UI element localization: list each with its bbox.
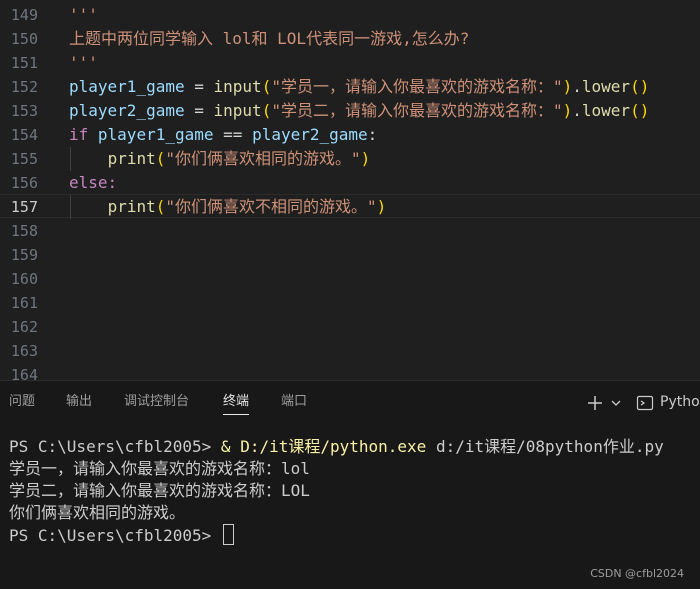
code-text: print("你们俩喜欢相同的游戏。") (107, 149, 371, 168)
terminal[interactable]: PS C:\Users\cfbl2005> & D:/it课程/python.e… (0, 422, 700, 589)
code-line[interactable]: 149 ''' (0, 3, 700, 27)
line-number: 159 (10, 246, 38, 264)
code-line[interactable]: 159 (0, 243, 700, 267)
watermark: CSDN @cfbl2024 (590, 567, 684, 580)
plus-icon[interactable] (586, 381, 604, 423)
code-text: print("你们俩喜欢不相同的游戏。") (107, 197, 387, 216)
line-number: 154 (10, 126, 38, 144)
tab-terminal[interactable]: 终端 (223, 381, 250, 423)
terminal-cursor (222, 524, 234, 545)
tab-ports[interactable]: 端口 (281, 381, 307, 423)
code-line[interactable]: 158 (0, 219, 700, 243)
line-number: 161 (10, 294, 38, 312)
line-number: 152 (10, 78, 38, 96)
terminal-profile-label[interactable]: Python (660, 381, 700, 423)
code-line[interactable]: 154 if player1_game == player2_game: (0, 123, 700, 147)
code-line[interactable]: 164 (0, 363, 700, 380)
terminal-line: 学员一，请输入你最喜欢的游戏名称：lol (9, 459, 310, 478)
code-line[interactable]: 153 player2_game = input("学员二，请输入你最喜欢的游戏… (0, 99, 700, 123)
code-text: player1_game = input("学员一，请输入你最喜欢的游戏名称："… (69, 77, 650, 96)
line-number: 149 (10, 6, 38, 24)
line-number: 163 (10, 342, 38, 360)
panel-tab-bar: 问题 输出 调试控制台 终端 端口 Python (0, 380, 700, 423)
terminal-line: PS C:\Users\cfbl2005> & D:/it课程/python.e… (9, 437, 664, 456)
terminal-line: 你们俩喜欢相同的游戏。 (9, 503, 186, 522)
code-text: else: (69, 173, 118, 192)
code-line-current[interactable]: 157 print("你们俩喜欢不相同的游戏。") (0, 194, 700, 219)
tab-problems[interactable]: 问题 (9, 381, 35, 423)
code-line[interactable]: 160 (0, 267, 700, 291)
code-line[interactable]: 152 player1_game = input("学员一，请输入你最喜欢的游戏… (0, 75, 700, 99)
line-number: 155 (10, 150, 38, 168)
terminal-line: 学员二，请输入你最喜欢的游戏名称：LOL (9, 481, 310, 500)
tab-debug-console[interactable]: 调试控制台 (124, 381, 189, 423)
code-text: ''' (69, 5, 98, 24)
code-line[interactable]: 151 ''' (0, 51, 700, 75)
line-number: 151 (10, 54, 38, 72)
line-number: 160 (10, 270, 38, 288)
code-line[interactable]: 163 (0, 339, 700, 363)
code-text: ''' (69, 53, 98, 72)
code-editor[interactable]: 149 ''' 150 上题中两位同学输入 lol和 LOL代表同一游戏,怎么办… (0, 0, 700, 380)
line-number: 164 (10, 366, 38, 380)
chevron-down-icon[interactable] (610, 381, 622, 423)
code-text: 上题中两位同学输入 lol和 LOL代表同一游戏,怎么办? (69, 29, 470, 48)
line-number: 150 (10, 30, 38, 48)
code-line[interactable]: 150 上题中两位同学输入 lol和 LOL代表同一游戏,怎么办? (0, 27, 700, 51)
line-number: 156 (10, 174, 38, 192)
line-number: 153 (10, 102, 38, 120)
terminal-line: PS C:\Users\cfbl2005> (9, 524, 234, 547)
line-number: 158 (10, 222, 38, 240)
code-line[interactable]: 162 (0, 315, 700, 339)
code-text: if player1_game == player2_game: (69, 125, 378, 144)
code-line[interactable]: 161 (0, 291, 700, 315)
tab-output[interactable]: 输出 (66, 381, 92, 423)
terminal-icon (636, 381, 654, 423)
line-number: 162 (10, 318, 38, 336)
code-line[interactable]: 156 else: (0, 171, 700, 195)
code-line[interactable]: 155 print("你们俩喜欢相同的游戏。") (0, 147, 700, 171)
code-text: player2_game = input("学员二，请输入你最喜欢的游戏名称："… (69, 101, 650, 120)
line-number: 157 (10, 198, 38, 216)
